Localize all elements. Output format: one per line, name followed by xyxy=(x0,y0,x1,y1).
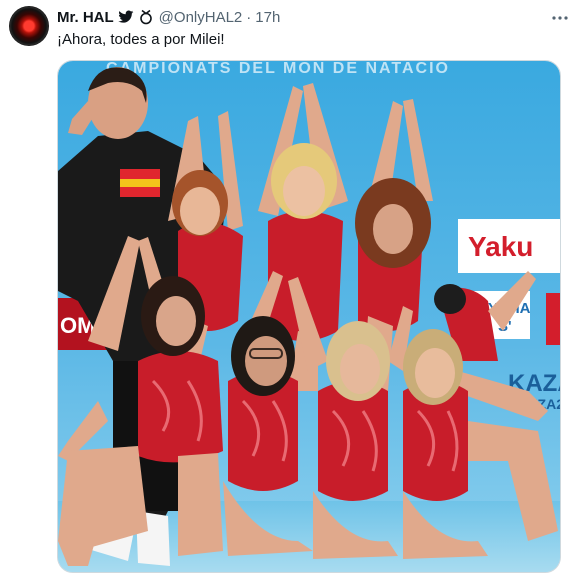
sponsor-yaku: Yaku xyxy=(468,231,533,262)
tweet-header: Mr. HAL @OnlyHAL2 · 17h xyxy=(57,7,280,27)
sponsor-red-strip xyxy=(546,293,560,345)
author-handle[interactable]: @OnlyHAL2 xyxy=(159,9,243,26)
tweet-image[interactable]: CAMPIONATS DEL MÓN DE NATACIÓ Yaku YCHA … xyxy=(57,60,561,573)
banner-top-text: CAMPIONATS DEL MÓN DE NATACIÓ xyxy=(106,61,450,77)
ring-icon xyxy=(138,9,154,25)
bird-icon xyxy=(118,10,134,24)
avatar[interactable] xyxy=(9,6,49,46)
author-name[interactable]: Mr. HAL xyxy=(57,9,114,26)
more-horizontal-icon[interactable] xyxy=(551,8,569,26)
timestamp[interactable]: 17h xyxy=(255,9,280,26)
tweet-text: ¡Ahora, todes a por Milei! xyxy=(57,31,225,48)
separator-dot: · xyxy=(246,8,252,26)
tweet: Mr. HAL @OnlyHAL2 · 17h ¡Ahora, todes a … xyxy=(0,0,583,579)
